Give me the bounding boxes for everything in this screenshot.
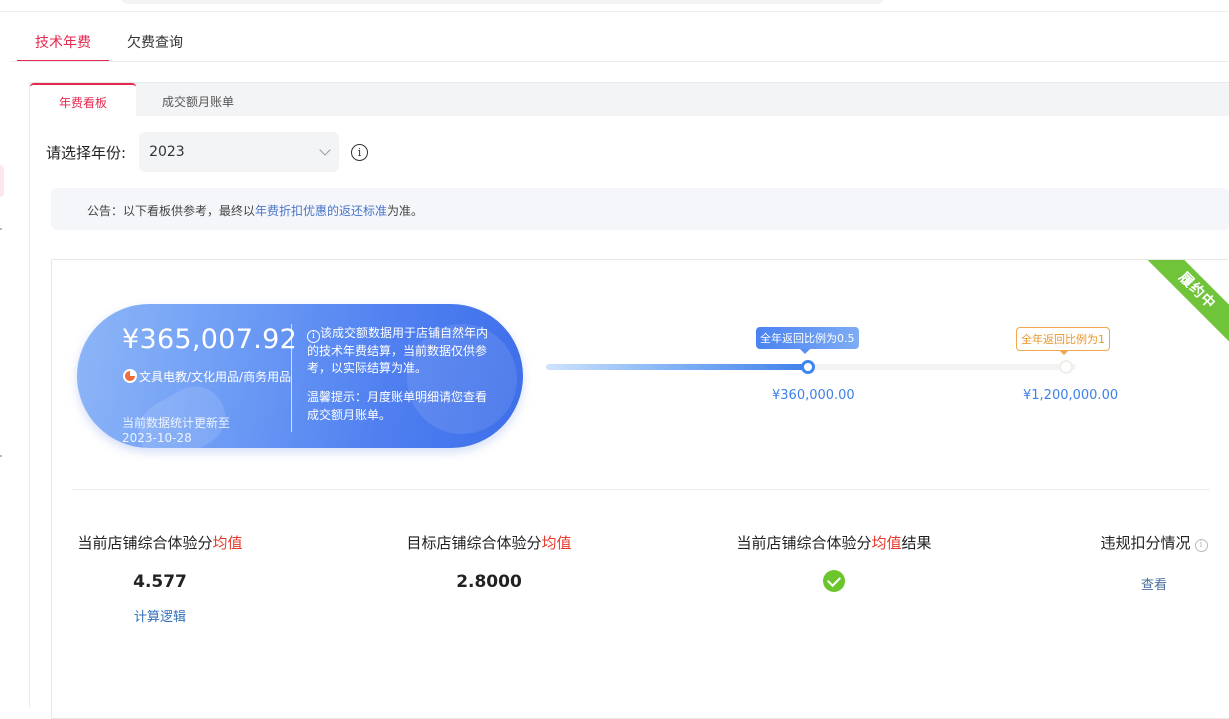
- title-text: 目标店铺综合体验分: [406, 534, 542, 552]
- title-text: 当前店铺综合体验分: [736, 534, 872, 552]
- description-text: 该成交额数据用于店铺自然年内的技术年费结算，当前数据仅供参考，以实际结算为准。: [307, 326, 489, 375]
- summary-description: i 该成交额数据用于店铺自然年内的技术年费结算，当前数据仅供参考，以实际结算为准。: [307, 325, 493, 377]
- notice-prefix: 公告：以下看板供参考，最终以: [87, 204, 256, 218]
- year-value: 2023: [149, 144, 185, 160]
- sidebar-dot: [0, 228, 2, 230]
- status-ribbon: 履约中: [1134, 260, 1229, 354]
- info-icon[interactable]: i: [351, 143, 369, 161]
- title-text: 违规扣分情况: [1100, 534, 1191, 552]
- title-highlight: 均值: [871, 534, 902, 552]
- update-date: 当前数据统计更新至 2023-10-28: [122, 416, 231, 445]
- calc-logic-link[interactable]: 计算逻辑: [72, 606, 248, 625]
- title-suffix: 结果: [901, 534, 932, 552]
- dashboard-card: 履约中 ¥365,007.92 文具电教/文化用品/商务用品 当前数据统计更新至…: [51, 259, 1229, 719]
- metric-value: 4.577: [133, 572, 187, 592]
- year-label: 请选择年份:: [46, 143, 127, 162]
- milestone-node-reached: [801, 360, 815, 374]
- transaction-summary: ¥365,007.92 文具电教/文化用品/商务用品 当前数据统计更新至 202…: [77, 304, 523, 448]
- transaction-amount: ¥365,007.92: [122, 324, 298, 355]
- sidebar-dot: [0, 455, 2, 457]
- tab-fee-dashboard[interactable]: 年费看板: [30, 83, 136, 117]
- store-category: 文具电教/文化用品/商务用品: [123, 368, 293, 387]
- category-text: 文具电教/文化用品/商务用品: [139, 370, 292, 384]
- title-highlight: 均值: [212, 534, 243, 552]
- chevron-down-icon: [319, 144, 331, 156]
- view-violation-link[interactable]: 查看: [1094, 574, 1214, 593]
- title-text: 当前店铺综合体验分: [77, 534, 213, 552]
- milestone-amount-1: ¥1,200,000.00: [1023, 388, 1119, 403]
- info-icon[interactable]: i: [1194, 539, 1208, 552]
- check-circle-icon: [823, 570, 845, 592]
- tab-tech-annual-fee[interactable]: 技术年费: [17, 22, 109, 62]
- info-icon: i: [307, 330, 320, 343]
- annual-fee-panel: 年费看板 成交额月账单 请选择年份: 2023 i 公告：以下看板供参考，最终以…: [29, 82, 1229, 719]
- sidebar-active-indicator: [0, 165, 4, 197]
- main-tabs: 技术年费 欠费查询: [17, 22, 201, 62]
- metric-title: 违规扣分情况 i: [1094, 532, 1214, 553]
- year-select[interactable]: 2023: [139, 132, 340, 172]
- metric-title: 当前店铺综合体验分均值: [72, 532, 248, 553]
- metric-value: 2.8000: [456, 572, 522, 592]
- metric-current-score: 当前店铺综合体验分均值 4.577 计算逻辑: [72, 532, 248, 625]
- metric-target-score: 目标店铺综合体验分均值 2.8000: [401, 532, 577, 592]
- pill-divider: [291, 324, 292, 432]
- top-search-bar-edge: [120, 0, 885, 4]
- milestone-amount-0: ¥360,000.00: [772, 388, 855, 403]
- metric-violation: 违规扣分情况 i 查看: [1094, 532, 1214, 593]
- top-divider: [0, 11, 1229, 12]
- tab-arrears-query[interactable]: 欠费查询: [109, 22, 201, 62]
- notice-suffix: 为准。: [387, 204, 424, 218]
- progress-fill: [546, 364, 811, 370]
- metric-title: 当前店铺综合体验分均值结果: [729, 532, 939, 553]
- tab-monthly-bill[interactable]: 成交额月账单: [148, 83, 248, 117]
- year-filter: 请选择年份: 2023 i: [46, 132, 369, 172]
- notice-bar: 公告：以下看板供参考，最终以年费折扣优惠的返还标准为准。: [51, 188, 1229, 230]
- milestone-tag-0: 全年返回比例为0.5: [756, 327, 859, 354]
- tabs-divider: [10, 61, 1229, 62]
- milestone-node-pending: [1059, 360, 1073, 374]
- return-progress-bar: 全年返回比例为0.5 全年返回比例为1 ¥360,000.00 ¥1,200,0…: [546, 327, 1118, 403]
- card-divider: [72, 489, 1210, 490]
- sub-tabs: 年费看板 成交额月账单: [30, 82, 1229, 117]
- notice-rule-link[interactable]: 年费折扣优惠的返还标准: [255, 204, 387, 218]
- monthly-bill-tip: 温馨提示：月度账单明细请您查看成交额月账单。: [307, 390, 488, 422]
- metric-score-result: 当前店铺综合体验分均值结果: [729, 532, 939, 596]
- milestone-tag-1: 全年返回比例为1: [1016, 327, 1110, 355]
- metric-title: 目标店铺综合体验分均值: [401, 532, 577, 553]
- title-highlight: 均值: [541, 534, 572, 552]
- category-pie-icon: [123, 369, 137, 383]
